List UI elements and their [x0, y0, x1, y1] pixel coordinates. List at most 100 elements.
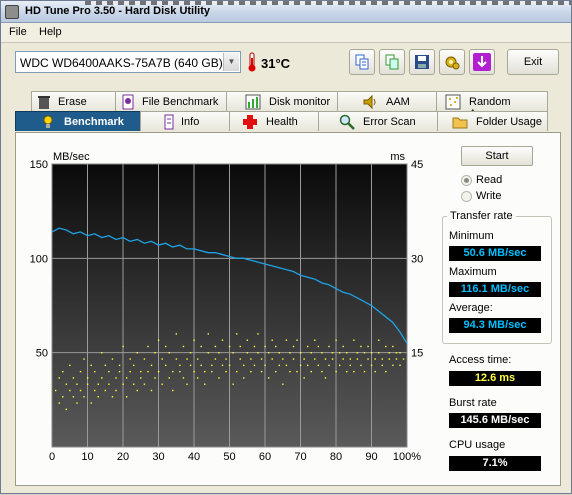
read-radio-dot	[461, 175, 472, 186]
y-left-axis-label: MB/sec	[53, 151, 90, 163]
access-time-point	[154, 377, 156, 379]
access-time-point	[83, 396, 85, 398]
access-time-point	[157, 339, 160, 341]
access-time-point	[282, 358, 284, 360]
access-time-point	[225, 370, 227, 373]
access-time-point	[303, 358, 305, 360]
access-time-point	[253, 345, 256, 348]
access-time-point	[374, 370, 376, 373]
access-time-point	[58, 402, 60, 404]
access-time-point	[118, 364, 121, 367]
access-time-point	[104, 364, 107, 367]
transfer-rate-title: Transfer rate	[447, 210, 516, 222]
y-right-tick-label: 45	[411, 159, 423, 171]
access-time-point	[136, 352, 138, 354]
x-tick-label: 10	[81, 451, 93, 463]
access-time-point	[108, 383, 110, 385]
x-tick-label: 90	[365, 451, 377, 463]
access-time-point	[317, 345, 320, 348]
access-time-point	[111, 396, 114, 398]
access-time-point	[335, 370, 337, 373]
access-time-point	[289, 370, 291, 373]
minimum-value: 50.6 MB/sec	[449, 246, 541, 261]
access-time-point	[399, 364, 401, 367]
access-time-point	[360, 345, 362, 348]
access-time-point	[353, 339, 355, 341]
y-right-axis-label: ms	[390, 151, 405, 163]
access-time-point	[218, 377, 220, 379]
access-time-point	[260, 358, 263, 360]
access-time-point	[214, 345, 217, 348]
access-time-point	[79, 389, 82, 392]
access-time-point	[370, 352, 373, 354]
access-time-point	[165, 345, 167, 348]
access-time-point	[356, 352, 359, 354]
average-label: Average:	[449, 302, 493, 314]
access-time-point	[236, 370, 238, 373]
start-button[interactable]: Start	[461, 146, 533, 166]
x-tick-label: 70	[294, 451, 306, 463]
access-time-point	[172, 389, 174, 392]
access-time-point	[65, 408, 67, 411]
access-time-point	[161, 358, 163, 360]
access-time-point	[346, 370, 348, 373]
access-time-point	[246, 339, 249, 341]
access-time-point	[331, 358, 334, 360]
access-time-point	[253, 364, 256, 367]
access-time-point	[338, 364, 341, 367]
access-time-point	[399, 352, 401, 354]
access-time-point	[303, 377, 305, 379]
access-time-point	[179, 370, 181, 373]
write-radio[interactable]: Write	[461, 190, 541, 204]
access-time-point	[232, 352, 234, 354]
access-time-point	[307, 364, 309, 367]
y-right-tick-label: 15	[411, 348, 423, 360]
read-radio[interactable]: Read	[461, 174, 541, 188]
access-time-point	[133, 383, 135, 385]
access-time-point	[101, 377, 103, 379]
access-time-label: Access time:	[449, 354, 512, 366]
access-time-point	[378, 352, 380, 354]
access-time-point	[69, 364, 71, 367]
access-time-point	[54, 389, 57, 392]
access-time-point	[125, 377, 128, 379]
access-time-point	[65, 383, 67, 385]
access-time-point	[264, 364, 266, 367]
access-time-point	[314, 339, 316, 341]
access-time-point	[264, 345, 266, 348]
burst-rate-value: 145.6 MB/sec	[449, 413, 541, 428]
access-time-point	[346, 352, 348, 354]
access-time-point	[236, 333, 238, 335]
x-tick-label: 20	[117, 451, 129, 463]
access-time-point	[328, 364, 330, 367]
access-time-point	[196, 358, 199, 360]
access-time-point	[161, 383, 163, 385]
access-time-point	[310, 352, 312, 354]
access-time-point	[182, 377, 185, 379]
access-time-point	[200, 364, 202, 367]
x-tick-label: 100%	[393, 451, 421, 463]
access-time-point	[363, 370, 366, 373]
access-time-point	[115, 377, 117, 379]
access-time-point	[349, 358, 351, 360]
access-time-point	[115, 389, 117, 392]
access-time-point	[392, 364, 394, 367]
access-time-point	[243, 377, 245, 379]
access-time-point	[140, 370, 142, 373]
app-window: HD Tune Pro 3.50 - Hard Disk Utility Fil…	[0, 0, 572, 494]
access-time-point	[260, 370, 263, 373]
average-value: 94.3 MB/sec	[449, 318, 541, 333]
access-time-point	[307, 345, 309, 348]
access-time-point	[243, 364, 245, 367]
access-time-point	[189, 364, 192, 367]
access-time-point	[225, 358, 227, 360]
x-tick-label: 50	[223, 451, 235, 463]
access-time-point	[97, 383, 99, 385]
access-time-point	[122, 383, 124, 385]
access-time-point	[175, 358, 178, 360]
access-time-point	[189, 352, 192, 354]
access-time-point	[257, 333, 259, 335]
access-time-point	[282, 383, 284, 385]
access-time-point	[62, 396, 64, 398]
access-time-point	[168, 352, 170, 354]
